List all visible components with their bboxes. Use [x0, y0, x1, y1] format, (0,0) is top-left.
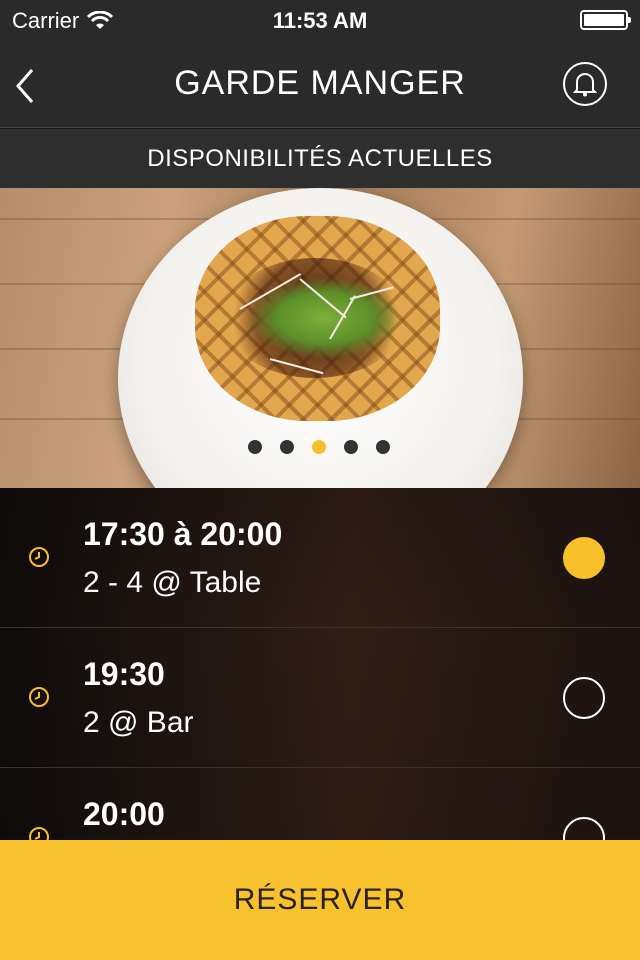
slot-radio[interactable]: [563, 677, 605, 719]
availability-row[interactable]: 19:30 2 @ Bar: [0, 628, 640, 768]
battery-icon: [580, 10, 631, 30]
slot-detail: 2 @ Bar: [83, 706, 194, 739]
slot-radio[interactable]: [563, 817, 605, 840]
slot-time: 20:00: [83, 796, 165, 832]
clock-icon: [29, 687, 49, 707]
status-bar: Carrier 11:53 AM: [0, 0, 640, 40]
availability-row[interactable]: 17:30 à 20:00 2 - 4 @ Table: [0, 488, 640, 628]
clock-icon: [29, 547, 49, 567]
clock-icon: [29, 827, 49, 840]
slot-time: 19:30: [83, 656, 165, 692]
slot-detail: 2 - 4 @ Table: [83, 566, 262, 599]
slot-time: 17:30 à 20:00: [83, 516, 283, 552]
bell-icon: [573, 73, 597, 97]
page-title: GARDE MANGER: [174, 64, 466, 102]
status-time: 11:53 AM: [272, 8, 368, 33]
availability-row[interactable]: 20:00: [0, 768, 640, 840]
nav-bar: GARDE MANGER: [0, 40, 640, 128]
hero-carousel[interactable]: [0, 188, 640, 488]
notifications-button[interactable]: [563, 62, 607, 106]
slot-radio-selected[interactable]: [563, 537, 605, 579]
availability-list[interactable]: 17:30 à 20:00 2 - 4 @ Table 19:30 2 @ Ba…: [0, 488, 640, 840]
carousel-page-dots[interactable]: [248, 440, 390, 454]
page-dot[interactable]: [280, 440, 294, 454]
page-dot-active[interactable]: [312, 440, 326, 454]
page-dot[interactable]: [248, 440, 262, 454]
page-dot[interactable]: [376, 440, 390, 454]
reserve-button[interactable]: RÉSERVER: [0, 840, 640, 960]
section-header: DISPONIBILITÉS ACTUELLES: [0, 129, 640, 188]
page-dot[interactable]: [344, 440, 358, 454]
